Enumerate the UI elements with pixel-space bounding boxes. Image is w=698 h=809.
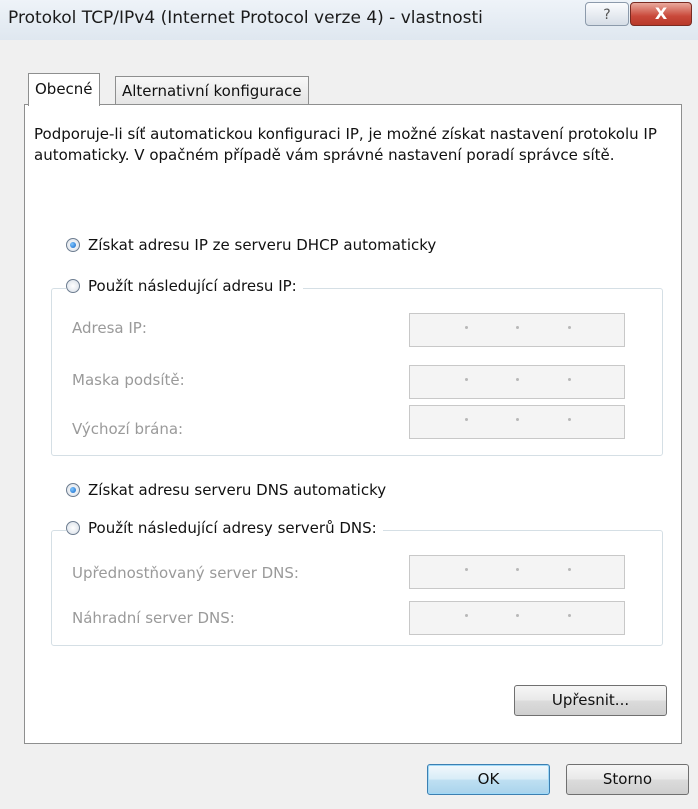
- subnet-mask-label: Maska podsítě:: [72, 371, 185, 389]
- radio-ip-manual[interactable]: Použít následující adresu IP:: [66, 277, 303, 295]
- default-gateway-label: Výchozí brána:: [72, 420, 184, 438]
- preferred-dns-label: Upřednostňovaný server DNS:: [72, 564, 299, 582]
- ip-dot: [465, 614, 468, 617]
- radio-ip-manual-label: Použít následující adresu IP:: [88, 277, 297, 295]
- cancel-button[interactable]: Storno: [566, 764, 689, 795]
- ip-dot: [516, 326, 519, 329]
- radio-ip-manual-indicator[interactable]: [66, 279, 80, 293]
- ip-dot: [568, 326, 571, 329]
- ip-dot: [516, 568, 519, 571]
- radio-dns-manual-indicator[interactable]: [66, 521, 80, 535]
- ip-dot: [465, 418, 468, 421]
- radio-dns-auto-label: Získat adresu serveru DNS automaticky: [88, 481, 387, 499]
- ip-dot: [568, 418, 571, 421]
- title-bar: Protokol TCP/IPv4 (Internet Protocol ver…: [0, 0, 698, 41]
- ip-dot: [516, 418, 519, 421]
- ip-address-input[interactable]: [409, 313, 625, 347]
- ip-dot: [465, 378, 468, 381]
- tab-general[interactable]: Obecné: [28, 73, 100, 106]
- radio-dns-manual[interactable]: Použít následující adresy serverů DNS:: [66, 519, 383, 537]
- tab-alternative-configuration[interactable]: Alternativní konfigurace: [115, 76, 309, 106]
- radio-ip-auto-indicator[interactable]: [66, 238, 80, 252]
- alternate-dns-label: Náhradní server DNS:: [72, 609, 235, 627]
- preferred-dns-input[interactable]: [409, 555, 625, 589]
- radio-dns-auto-indicator[interactable]: [66, 483, 80, 497]
- ip-address-label: Adresa IP:: [72, 319, 147, 337]
- radio-dns-auto[interactable]: Získat adresu serveru DNS automaticky: [66, 481, 393, 499]
- ip-dot: [465, 568, 468, 571]
- alternate-dns-input[interactable]: [409, 601, 625, 635]
- ip-dot: [465, 326, 468, 329]
- default-gateway-input[interactable]: [409, 405, 625, 439]
- ip-dot: [568, 614, 571, 617]
- ip-dot: [516, 614, 519, 617]
- radio-ip-auto[interactable]: Získat adresu IP ze serveru DHCP automat…: [66, 236, 443, 254]
- help-icon: ?: [603, 7, 611, 23]
- radio-ip-auto-label: Získat adresu IP ze serveru DHCP automat…: [88, 236, 437, 254]
- radio-dns-manual-label: Použít následující adresy serverů DNS:: [88, 519, 377, 537]
- close-icon: X: [654, 4, 668, 23]
- subnet-mask-input[interactable]: [409, 365, 625, 399]
- ip-dot: [568, 378, 571, 381]
- advanced-button[interactable]: Upřesnit...: [514, 685, 667, 716]
- ip-dot: [516, 378, 519, 381]
- window-title: Protokol TCP/IPv4 (Internet Protocol ver…: [8, 8, 483, 28]
- ok-button[interactable]: OK: [427, 764, 550, 795]
- help-button[interactable]: ?: [585, 2, 629, 26]
- ip-dot: [568, 568, 571, 571]
- description-text: Podporuje-li síť automatickou konfigurac…: [34, 125, 657, 164]
- close-button[interactable]: X: [630, 2, 692, 26]
